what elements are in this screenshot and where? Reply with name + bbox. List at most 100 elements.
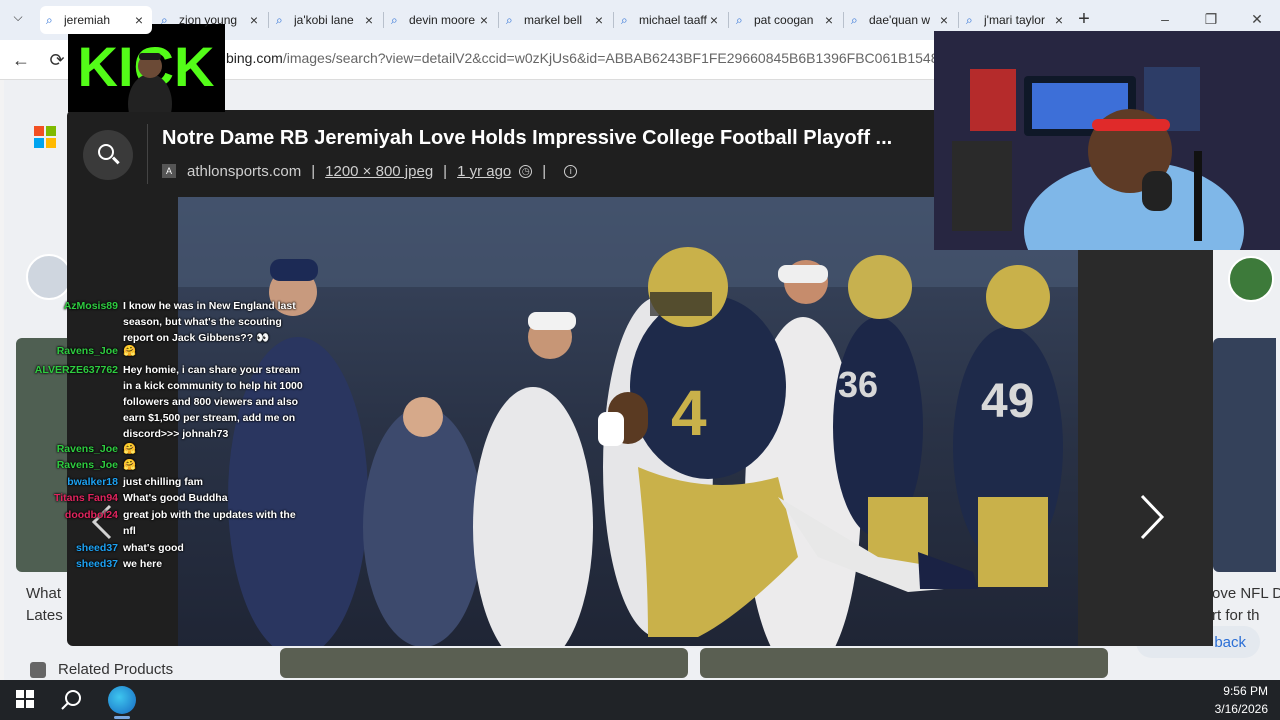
- chat-message-text: 🤗: [123, 459, 137, 471]
- close-tab-icon[interactable]: ×: [247, 12, 261, 28]
- image-title[interactable]: Notre Dame RB Jeremiyah Love Holds Impre…: [162, 127, 932, 150]
- related-caption-text[interactable]: ove NFL D: [1212, 585, 1280, 602]
- browser-tab[interactable]: ⌕ ja'kobi lane ×: [270, 6, 382, 34]
- visual-search-button[interactable]: [83, 130, 133, 180]
- related-caption-text[interactable]: Lates: [26, 607, 63, 624]
- chat-message-text: 🤗: [123, 443, 137, 455]
- edge-browser-icon[interactable]: [108, 686, 136, 714]
- related-image-thumbnail[interactable]: [1213, 338, 1276, 572]
- microsoft-logo-icon[interactable]: [34, 126, 56, 148]
- football-photo-illustration: 49 36 4: [178, 197, 1078, 646]
- url-path: /images/search?view=detailV2&ccid=w0zKjU…: [282, 50, 934, 66]
- maximize-button[interactable]: ❐: [1196, 8, 1226, 30]
- related-product-thumbnail[interactable]: [280, 648, 688, 678]
- browser-tab[interactable]: ⌕ pat coogan ×: [730, 6, 842, 34]
- image-age-link[interactable]: 1 yr ago: [457, 163, 511, 180]
- bing-search-icon: ⌕: [161, 12, 168, 27]
- bing-search-icon: ⌕: [276, 12, 283, 27]
- chat-username[interactable]: ALVERZE637762: [20, 362, 118, 378]
- windows-taskbar: [0, 680, 1280, 720]
- close-tab-icon[interactable]: ×: [1052, 12, 1066, 28]
- close-window-button[interactable]: ✕: [1242, 8, 1272, 30]
- taskbar-clock-date[interactable]: 3/16/2026: [1196, 702, 1268, 716]
- chat-username[interactable]: sheed37: [20, 556, 118, 572]
- refresh-icon[interactable]: ⟳: [46, 50, 68, 72]
- minimize-button[interactable]: –: [1150, 8, 1180, 30]
- next-image-chevron-icon[interactable]: [1134, 492, 1170, 542]
- close-tab-icon[interactable]: ×: [132, 12, 146, 28]
- chat-message-text: Hey homie, i can share your stream in a …: [123, 364, 303, 440]
- related-caption-text[interactable]: What: [26, 585, 61, 602]
- jersey-number: 4: [671, 377, 707, 449]
- windows-start-icon[interactable]: [16, 690, 34, 708]
- bing-search-icon: ⌕: [621, 12, 628, 27]
- close-tab-icon[interactable]: ×: [592, 12, 606, 28]
- image-source-site[interactable]: athlonsports.com: [187, 163, 301, 180]
- close-tab-icon[interactable]: ×: [822, 12, 836, 28]
- chat-message-text: just chilling fam: [123, 476, 203, 488]
- tab-separator: [843, 12, 844, 28]
- url-host: bing.com: [226, 50, 283, 66]
- chat-message-text: What's good Buddha: [123, 492, 228, 504]
- info-icon[interactable]: i: [564, 164, 578, 178]
- tab-label: pat coogan: [754, 13, 814, 27]
- browser-tab[interactable]: ⌕ markel bell ×: [500, 6, 612, 34]
- browser-tab[interactable]: ⌕ dae'quan w ×: [845, 6, 957, 34]
- image-dimensions-link[interactable]: 1200 × 800 jpeg: [325, 163, 433, 180]
- related-person-avatar[interactable]: [26, 254, 72, 300]
- site-favicon-icon: A: [162, 164, 176, 178]
- browser-tab[interactable]: ⌕ michael taaffe ×: [615, 6, 727, 34]
- viewer-side-panel: [1078, 250, 1213, 646]
- bing-search-icon: ⌕: [966, 12, 973, 27]
- new-tab-button[interactable]: +: [1074, 8, 1094, 32]
- meta-separator: |: [311, 162, 316, 180]
- svg-text:36: 36: [838, 364, 878, 405]
- bing-search-icon: ⌕: [736, 12, 743, 27]
- url-field[interactable]: bing.com/images/search?view=detailV2&cci…: [226, 50, 934, 72]
- tab-separator: [613, 12, 614, 28]
- tab-separator: [958, 12, 959, 28]
- browser-tab[interactable]: ⌕ j'mari taylor ×: [960, 6, 1072, 34]
- tab-list-chevron-icon[interactable]: ⌵: [8, 10, 28, 30]
- close-tab-icon[interactable]: ×: [707, 12, 721, 28]
- streamer-webcam: [934, 31, 1280, 250]
- history-clock-icon[interactable]: ◷: [519, 164, 533, 178]
- main-football-photo[interactable]: 49 36 4: [178, 197, 1078, 646]
- tab-label: devin moore: [409, 13, 476, 27]
- tab-label: dae'quan w: [869, 13, 931, 27]
- close-tab-icon[interactable]: ×: [937, 12, 951, 28]
- browser-tab[interactable]: ⌕ zion young ×: [155, 6, 267, 34]
- bing-search-icon: ⌕: [391, 12, 398, 27]
- chat-username[interactable]: Ravens_Joe: [20, 457, 118, 473]
- chat-username[interactable]: Ravens_Joe: [20, 441, 118, 457]
- tab-label: ja'kobi lane: [294, 13, 354, 27]
- chat-message-text: what's good: [123, 542, 184, 554]
- related-product-thumbnail[interactable]: [700, 648, 1108, 678]
- tab-label: michael taaffe: [639, 13, 707, 27]
- back-arrow-icon[interactable]: ←: [10, 50, 32, 72]
- taskbar-search-icon[interactable]: [60, 688, 84, 712]
- related-person-avatar[interactable]: [1228, 256, 1274, 302]
- related-caption-text[interactable]: rt for th: [1212, 607, 1260, 624]
- tab-label: j'mari taylor: [984, 13, 1045, 27]
- chat-username[interactable]: AzMosis89: [20, 298, 118, 314]
- search-icon-handle: [112, 156, 120, 164]
- tab-label: markel bell: [524, 13, 583, 27]
- close-tab-icon[interactable]: ×: [362, 12, 376, 28]
- bing-search-icon: ⌕: [506, 12, 513, 27]
- tab-separator: [728, 12, 729, 28]
- chat-username[interactable]: Titans Fan94: [20, 490, 118, 506]
- chat-message-text: we here: [123, 558, 163, 570]
- chat-username[interactable]: sheed37: [20, 540, 118, 556]
- browser-tab[interactable]: ⌕ jeremiah ×: [40, 6, 152, 34]
- chat-message-text: I know he was in New England last season…: [123, 300, 296, 344]
- meta-separator: |: [443, 162, 448, 180]
- chat-username[interactable]: Ravens_Joe: [20, 343, 118, 359]
- viewer-divider: [147, 124, 148, 184]
- chat-username[interactable]: bwalker18: [20, 474, 118, 490]
- close-tab-icon[interactable]: ×: [477, 12, 491, 28]
- image-meta-row: A athlonsports.com | 1200 × 800 jpeg | 1…: [162, 161, 578, 181]
- chat-username[interactable]: doodboi24: [20, 507, 118, 523]
- taskbar-clock-time[interactable]: 9:56 PM: [1196, 684, 1268, 698]
- browser-tab[interactable]: ⌕ devin moore ×: [385, 6, 497, 34]
